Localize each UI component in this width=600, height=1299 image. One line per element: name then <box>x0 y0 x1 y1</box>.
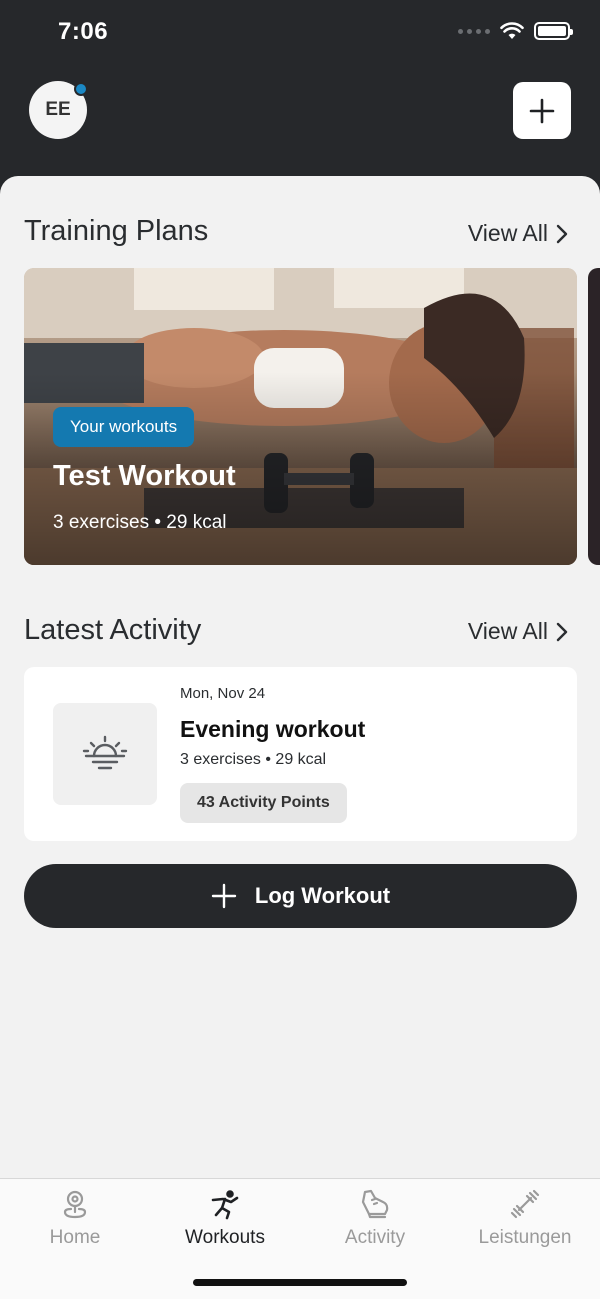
training-plans-view-all[interactable]: View All <box>468 220 568 247</box>
log-workout-label: Log Workout <box>254 883 391 908</box>
your-workouts-badge: Your workouts <box>53 407 195 447</box>
sunset-icon <box>82 735 128 770</box>
tab-label: Activity <box>344 1227 406 1248</box>
training-plans-title: Training Plans <box>24 215 209 247</box>
battery-icon <box>534 22 573 40</box>
tab-label: Leistungen <box>478 1227 572 1248</box>
status-icons <box>458 22 573 40</box>
view-all-label: View All <box>467 220 548 246</box>
signal-icon <box>458 28 490 34</box>
avatar[interactable]: EE <box>29 81 88 139</box>
activity-date: Mon, Nov 24 <box>180 685 266 702</box>
tab-workouts[interactable]: Workouts <box>150 1179 300 1259</box>
wifi-icon <box>500 22 524 39</box>
status-time: 7:06 <box>58 18 109 45</box>
tab-home[interactable]: Home <box>0 1179 150 1259</box>
plus-icon <box>529 98 555 123</box>
shoe-icon <box>361 1189 389 1219</box>
add-button[interactable] <box>513 82 571 139</box>
activity-thumbnail <box>53 703 157 805</box>
plan-subtitle: 3 exercises • 29 kcal <box>53 512 227 533</box>
log-workout-button[interactable]: Log Workout <box>24 864 577 928</box>
tab-leistungen[interactable]: Leistungen <box>450 1179 600 1259</box>
activity-card[interactable]: Mon, Nov 24 Evening workout 3 exercises … <box>24 667 577 841</box>
next-plan-card-peek[interactable] <box>588 268 600 565</box>
running-figure-icon <box>211 1190 239 1220</box>
tab-label: Home <box>49 1227 101 1248</box>
map-pin-icon <box>63 1190 87 1219</box>
notification-dot <box>74 82 88 96</box>
chevron-right-icon <box>556 622 568 641</box>
app-header: 7:06 EE <box>0 0 600 200</box>
activity-points-badge: 43 Activity Points <box>180 783 347 823</box>
plus-icon <box>211 883 237 909</box>
tab-activity[interactable]: Activity <box>300 1179 450 1259</box>
dumbbell-icon <box>510 1189 540 1219</box>
plan-title: Test Workout <box>53 460 236 492</box>
training-plan-card[interactable]: Your workouts Test Workout 3 exercises •… <box>24 268 577 565</box>
activity-title: Evening workout <box>180 716 366 742</box>
tab-label: Workouts <box>185 1227 265 1248</box>
latest-activity-title: Latest Activity <box>24 614 202 646</box>
view-all-label: View All <box>467 618 548 644</box>
latest-activity-view-all[interactable]: View All <box>468 618 568 645</box>
avatar-initials: EE <box>45 99 71 120</box>
activity-subtitle: 3 exercises • 29 kcal <box>180 751 327 768</box>
home-indicator[interactable] <box>193 1279 407 1286</box>
chevron-right-icon <box>556 224 568 243</box>
